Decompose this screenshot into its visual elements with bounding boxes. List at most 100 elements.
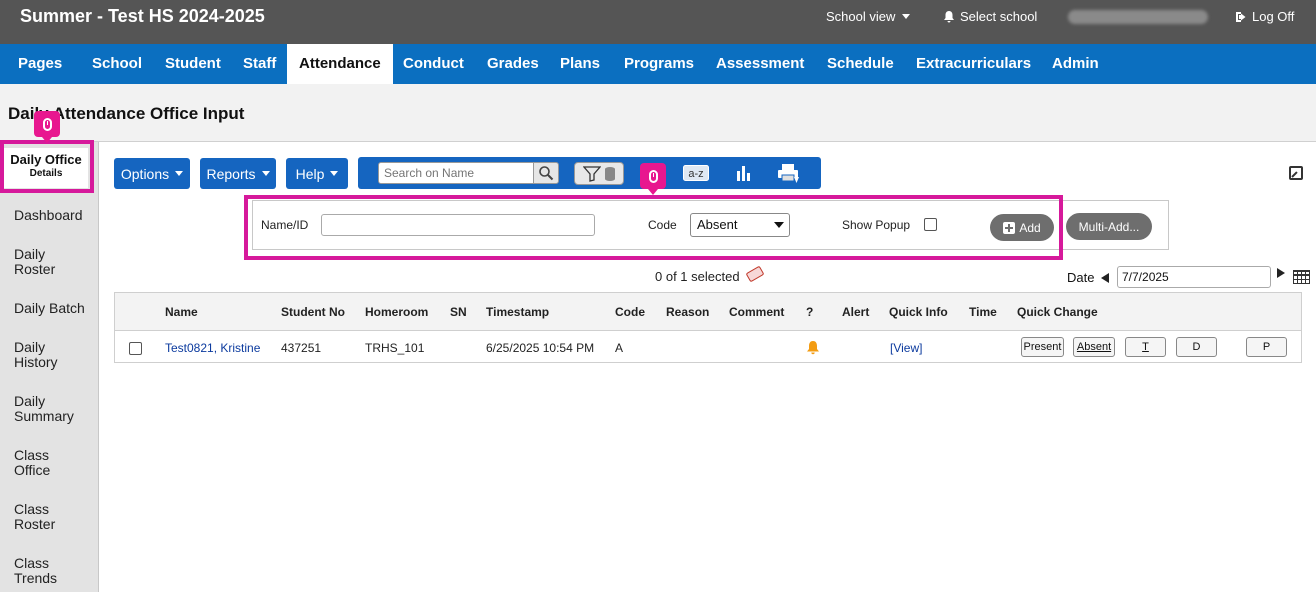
table-header: Name Student No Homeroom SN Timestamp Co… [115, 293, 1301, 331]
log-off-button[interactable]: Log Off [1235, 9, 1294, 24]
calendar-icon[interactable] [1293, 270, 1310, 284]
chevron-down-icon [261, 171, 270, 176]
options-label: Options [120, 165, 170, 182]
top-bar: Summer - Test HS 2024-2025 School view S… [0, 0, 1316, 44]
sidebar-item-label: Trends [14, 570, 58, 586]
nav-programs[interactable]: Programs [612, 44, 706, 84]
date-input[interactable]: 7/7/2025 [1117, 266, 1271, 288]
absent-button[interactable]: Absent [1073, 337, 1115, 357]
nav-attendance[interactable]: Attendance [287, 44, 393, 84]
sidebar-item-label: History [14, 354, 58, 370]
nav-staff[interactable]: Staff [231, 44, 288, 84]
select-school-label: Select school [960, 9, 1038, 24]
log-off-label: Log Off [1252, 9, 1295, 24]
school-view-label: School view [826, 9, 896, 24]
col-timestamp[interactable]: Timestamp [486, 305, 549, 319]
sidebar-item-class-office[interactable]: Class Office [14, 448, 94, 478]
help-button[interactable]: Help [286, 158, 348, 189]
p-button[interactable]: P [1246, 337, 1287, 357]
chart-button[interactable] [733, 163, 753, 183]
user-name-redacted [1068, 10, 1208, 24]
database-icon [604, 166, 615, 181]
previous-date-icon[interactable] [1101, 273, 1109, 283]
print-button[interactable] [777, 163, 801, 185]
sidebar-item-daily-summary[interactable]: Daily Summary [14, 394, 94, 424]
sort-az-icon: a-z [683, 165, 709, 181]
search-button[interactable] [533, 162, 559, 184]
nav-pages[interactable]: Pages [6, 44, 74, 84]
chevron-down-icon [175, 171, 184, 176]
filter-button[interactable] [574, 162, 624, 185]
select-school-button[interactable]: Select school [943, 9, 1037, 24]
sidebar-item-label: Class [14, 555, 50, 571]
col-code[interactable]: Code [615, 305, 645, 319]
nav-student[interactable]: Student [153, 44, 233, 84]
search-input[interactable] [378, 162, 534, 184]
bell-icon[interactable] [806, 340, 820, 355]
reports-label: Reports [206, 165, 256, 182]
sidebar-item-class-trends[interactable]: Class Trends [14, 556, 94, 586]
nav-grades[interactable]: Grades [475, 44, 551, 84]
code-cell: A [615, 341, 624, 355]
nav-schedule[interactable]: Schedule [815, 44, 906, 84]
col-time[interactable]: Time [969, 305, 997, 319]
homeroom-cell: TRHS_101 [365, 341, 425, 355]
row-checkbox[interactable] [129, 342, 142, 355]
bar-chart-icon [737, 166, 750, 181]
mouse-cursor-icon [640, 163, 666, 195]
col-alert[interactable]: Alert [842, 305, 869, 319]
sidebar-item-label: Daily [14, 393, 46, 409]
sidebar-item-class-roster[interactable]: Class Roster [14, 502, 94, 532]
student-name-link[interactable]: Test0821, Kristine [165, 341, 260, 355]
mouse-cursor-icon [34, 111, 60, 143]
highlight-box-sidebar [0, 140, 94, 193]
attendance-table: Name Student No Homeroom SN Timestamp Co… [114, 292, 1302, 363]
printer-icon [778, 164, 799, 183]
nav-extracurriculars[interactable]: Extracurriculars [904, 44, 1043, 84]
nav-assessment[interactable]: Assessment [704, 44, 816, 84]
sidebar-item-daily-history[interactable]: Daily History [14, 340, 94, 370]
present-button[interactable]: Present [1021, 337, 1064, 357]
expand-icon[interactable] [1289, 166, 1303, 180]
search-icon [539, 166, 554, 181]
col-comment[interactable]: Comment [729, 305, 784, 319]
nav-conduct[interactable]: Conduct [391, 44, 476, 84]
quick-info-view-link[interactable]: [View] [890, 341, 922, 355]
reports-button[interactable]: Reports [200, 158, 276, 189]
nav-school[interactable]: School [80, 44, 154, 84]
chevron-down-icon [902, 14, 911, 19]
eraser-icon[interactable] [745, 265, 765, 283]
sidebar-item-label: Daily [14, 339, 46, 355]
col-homeroom[interactable]: Homeroom [365, 305, 428, 319]
sort-az-button[interactable]: a-z [683, 163, 709, 183]
bell-icon [944, 11, 954, 23]
sidebar-item-daily-batch[interactable]: Daily Batch [14, 301, 94, 316]
tardy-button[interactable]: T [1125, 337, 1166, 357]
nav-plans[interactable]: Plans [548, 44, 612, 84]
nav-admin[interactable]: Admin [1040, 44, 1111, 84]
help-label: Help [295, 165, 325, 182]
sidebar-item-dashboard[interactable]: Dashboard [14, 208, 94, 223]
log-off-icon [1236, 11, 1246, 22]
col-quick-info[interactable]: Quick Info [889, 305, 948, 319]
col-sn[interactable]: SN [450, 305, 467, 319]
app-title: Summer - Test HS 2024-2025 [20, 6, 265, 26]
sidebar-item-daily-roster[interactable]: Daily Roster [14, 247, 94, 277]
sidebar-item-label: Roster [14, 261, 56, 277]
col-student-no[interactable]: Student No [281, 305, 345, 319]
sidebar-item-label: Office [14, 462, 51, 478]
school-view-dropdown[interactable]: School view [826, 9, 911, 24]
sidebar: Daily Office Details Dashboard Daily Rost… [0, 142, 99, 592]
sidebar-item-label: Class [14, 501, 50, 517]
col-question[interactable]: ? [806, 305, 813, 319]
d-button[interactable]: D [1176, 337, 1217, 357]
col-quick-change[interactable]: Quick Change [1017, 305, 1098, 319]
selection-count: 0 of 1 selected [655, 269, 740, 284]
sidebar-item-label: Dashboard [14, 207, 83, 223]
col-reason[interactable]: Reason [666, 305, 709, 319]
options-button[interactable]: Options [114, 158, 190, 189]
col-name[interactable]: Name [165, 305, 198, 319]
multi-add-button[interactable]: Multi-Add... [1066, 213, 1152, 240]
next-date-icon[interactable] [1277, 268, 1285, 278]
main-nav: Pages School Student Staff Attendance Co… [0, 44, 1316, 84]
